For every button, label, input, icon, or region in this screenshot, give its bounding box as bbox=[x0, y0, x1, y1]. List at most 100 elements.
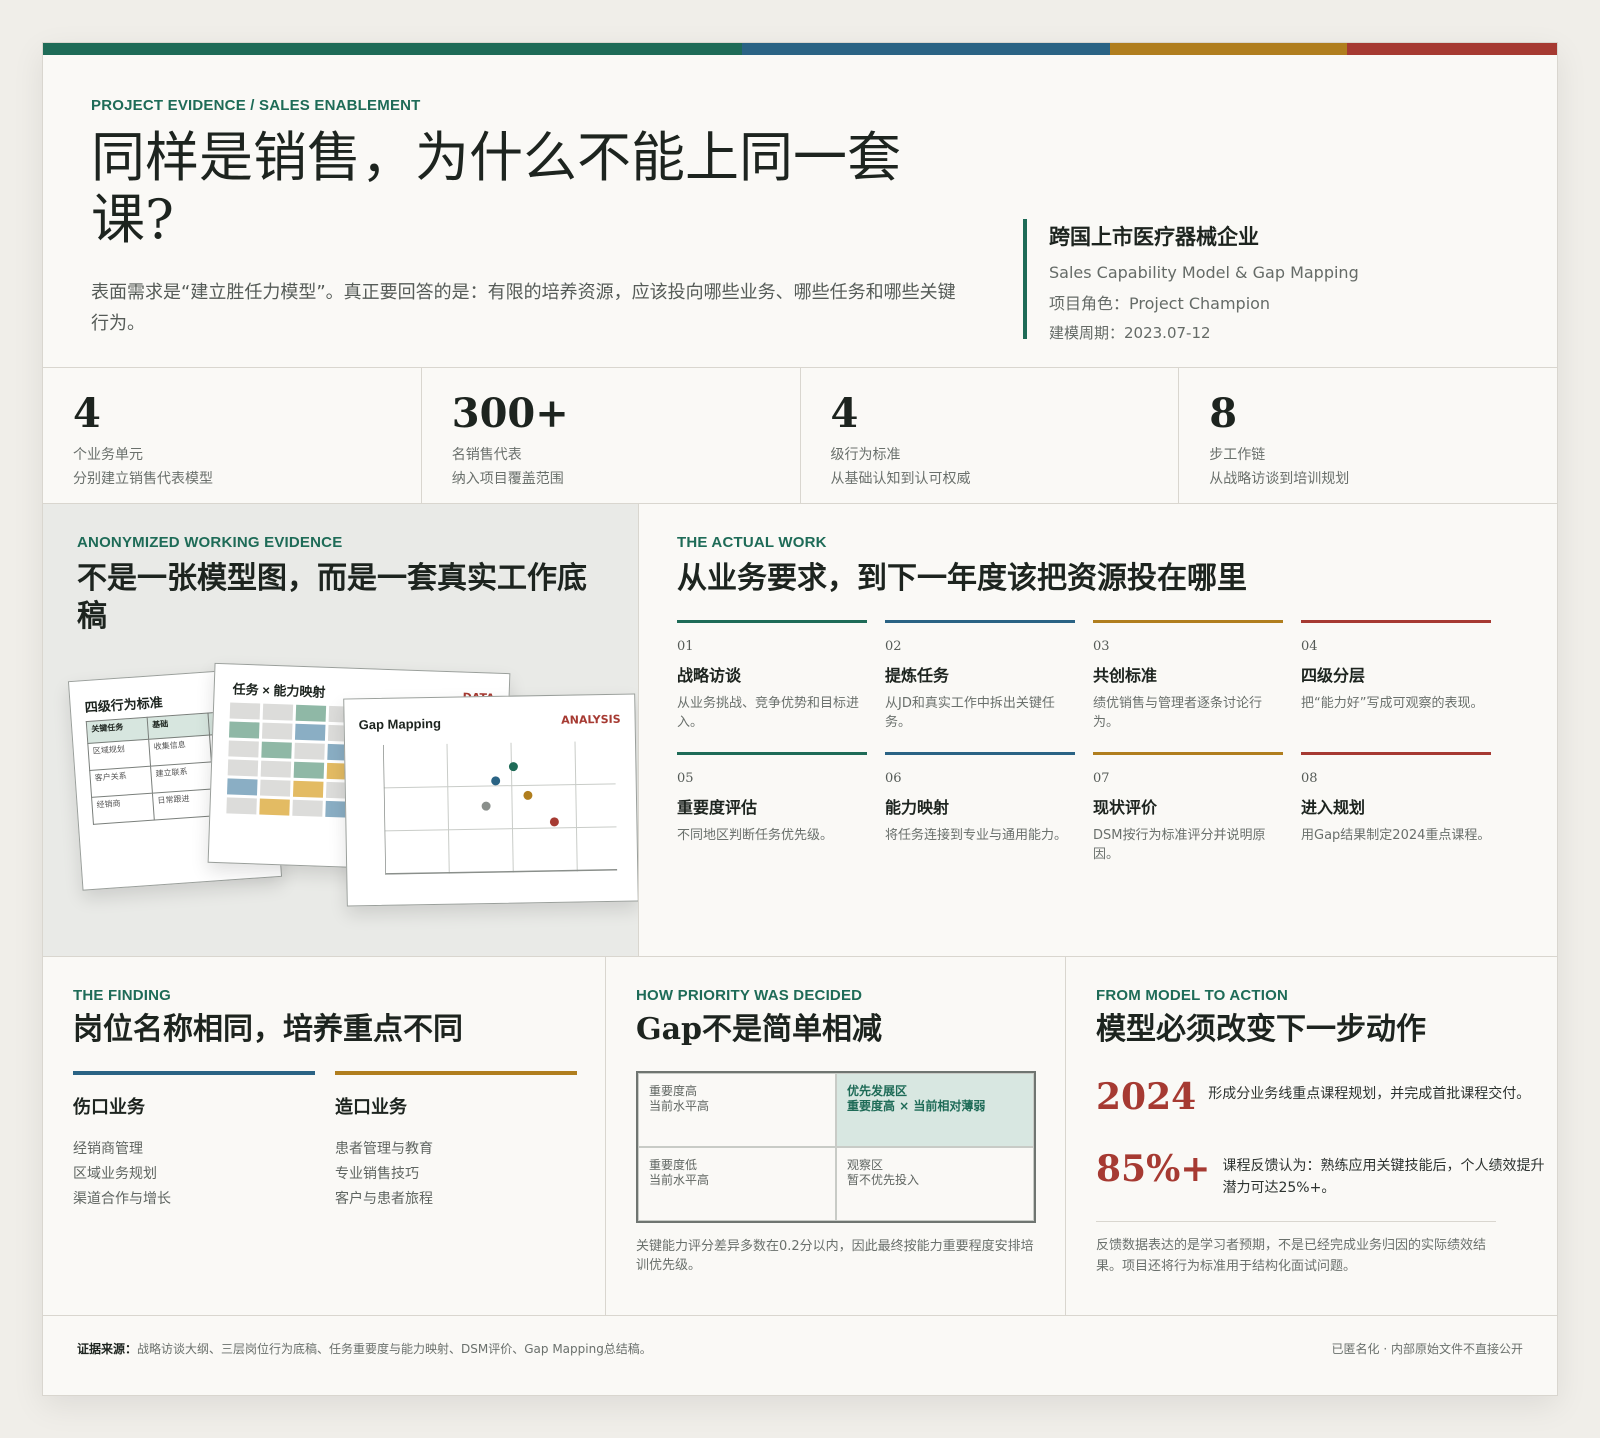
action-title: 模型必须改变下一步动作 bbox=[1096, 1012, 1426, 1047]
doc-title: Gap Mapping bbox=[358, 715, 442, 733]
group-title: 造口业务 bbox=[335, 1097, 407, 1118]
stat-desc: 纳入项目覆盖范围 bbox=[451, 471, 564, 487]
actual-eyebrow: THE ACTUAL WORK bbox=[677, 534, 827, 551]
page-title: 同样是销售，为什么不能上同一套课? bbox=[91, 126, 901, 251]
matrix-cell-highlight: 优先发展区 重要度高 × 当前相对薄弱 bbox=[836, 1073, 1034, 1147]
step-title: 进入规划 bbox=[1301, 798, 1366, 817]
group-item: 经销商管理 bbox=[73, 1141, 143, 1157]
middle-section: ANONYMIZED WORKING EVIDENCE 不是一张模型图，而是一套… bbox=[43, 504, 1557, 957]
step-number: 08 bbox=[1301, 771, 1318, 786]
actual-title: 从业务要求，到下一年度该把资源投在哪里 bbox=[677, 561, 1247, 596]
result-number: 2024 bbox=[1096, 1076, 1197, 1118]
stat-card: 4 级行为标准 从基础认知到认可权威 bbox=[801, 368, 1180, 503]
step-desc: 从业务挑战、竞争优势和目标进入。 bbox=[677, 696, 860, 730]
step-number: 01 bbox=[677, 639, 694, 654]
priority-note: 关键能力评分差异多数在0.2分以内，因此最终按能力重要程度安排培训优先级。 bbox=[636, 1239, 1034, 1273]
group-item: 区域业务规划 bbox=[73, 1166, 157, 1182]
step-number: 07 bbox=[1093, 771, 1110, 786]
stat-desc: 从基础认知到认可权威 bbox=[830, 471, 971, 487]
color-bar bbox=[43, 43, 1557, 55]
work-steps: 01 战略访谈从业务挑战、竞争优势和目标进入。 02 提炼任务从JD和真实工作中拆出关… bbox=[677, 620, 1493, 864]
business-group-ostomy: 造口业务 患者管理与教育 专业销售技巧 客户与患者旅程 bbox=[335, 1071, 577, 1212]
heatmap-cells bbox=[226, 702, 360, 818]
footer-source: 证据来源：战略访谈大纲、三层岗位行为底稿、任务重要度与能力映射、DSM评价、Ga… bbox=[77, 1340, 652, 1357]
stat-card: 8 步工作链 从战略访谈到培训规划 bbox=[1179, 368, 1557, 503]
business-group-wound: 伤口业务 经销商管理 区域业务规划 渠道合作与增长 bbox=[73, 1071, 315, 1212]
matrix-cell: 观察区 暂不优先投入 bbox=[836, 1147, 1034, 1221]
work-step: 01 战略访谈从业务挑战、竞争优势和目标进入。 bbox=[677, 620, 867, 732]
step-title: 共创标准 bbox=[1093, 666, 1158, 685]
doc-title: 四级行为标准 bbox=[84, 694, 164, 716]
business-groups: 伤口业务 经销商管理 区域业务规划 渠道合作与增长 造口业务 患者管理与教育 专… bbox=[73, 1071, 577, 1212]
finding-title: 岗位名称相同，培养重点不同 bbox=[73, 1012, 463, 1047]
client-info: 跨国上市医疗器械企业 Sales Capability Model & Gap … bbox=[1023, 219, 1359, 342]
step-title: 提炼任务 bbox=[885, 666, 950, 685]
step-title: 战略访谈 bbox=[677, 666, 742, 685]
intro-text: 表面需求是“建立胜任力模型”。真正要回答的是：有限的培养资源，应该投向哪些业务、… bbox=[91, 282, 956, 334]
step-desc: 不同地区判断任务优先级。 bbox=[677, 828, 834, 843]
stat-desc: 分别建立销售代表模型 bbox=[73, 471, 213, 487]
step-number: 03 bbox=[1093, 639, 1110, 654]
step-desc: 把“能力好”写成可观察的表现。 bbox=[1301, 696, 1484, 711]
result-text: 课程反馈认为：熟练应用关键技能后，个人绩效提升潜力可达25%+。 bbox=[1222, 1158, 1545, 1196]
work-step: 03 共创标准绩优销售与管理者逐条讨论行为。 bbox=[1093, 620, 1283, 732]
matrix-cell: 重要度低 当前水平高 bbox=[638, 1147, 836, 1221]
priority-eyebrow: HOW PRIORITY WAS DECIDED bbox=[636, 987, 863, 1004]
stat-desc: 从战略访谈到培训规划 bbox=[1209, 471, 1350, 487]
work-step: 04 四级分层 把“能力好”写成可观察的表现。 bbox=[1301, 620, 1491, 732]
step-title: 重要度评估 bbox=[677, 798, 758, 817]
client-name: 跨国上市医疗器械企业 bbox=[1049, 225, 1259, 249]
client-period: 建模周期：2023.07-12 bbox=[1049, 324, 1211, 342]
table-cell: 客户关系 bbox=[89, 766, 153, 798]
action-eyebrow: FROM MODEL TO ACTION bbox=[1096, 987, 1289, 1004]
table-cell: 建立联系 bbox=[150, 761, 214, 794]
footer: 证据来源：战略访谈大纲、三层岗位行为底稿、任务重要度与能力映射、DSM评价、Ga… bbox=[43, 1316, 1557, 1376]
footer-note: 已匿名化 · 内部原始文件不直接公开 bbox=[1331, 1342, 1523, 1356]
result-text: 形成分业务线重点课程规划，并完成首批课程交付。 bbox=[1208, 1086, 1531, 1102]
matrix-cell: 重要度高 当前水平高 bbox=[638, 1073, 836, 1147]
stat-card: 4 个业务单元 分别建立销售代表模型 bbox=[43, 368, 422, 503]
step-desc: 用Gap结果制定2024重点课程。 bbox=[1301, 828, 1491, 843]
work-step: 02 提炼任务从JD和真实工作中拆出关键任务。 bbox=[885, 620, 1075, 732]
stat-card: 300+ 名销售代表 纳入项目覆盖范围 bbox=[422, 368, 801, 503]
step-desc: 从JD和真实工作中拆出关键任务。 bbox=[885, 696, 1055, 730]
finding-panel: THE FINDING 岗位名称相同，培养重点不同 伤口业务 经销商管理 区域业… bbox=[43, 957, 606, 1315]
group-item: 患者管理与教育 bbox=[335, 1141, 433, 1157]
stat-number: 4 bbox=[73, 390, 101, 437]
stat-label: 名销售代表 bbox=[451, 447, 522, 463]
step-desc: DSM按行为标准评分并说明原因。 bbox=[1093, 828, 1266, 862]
actual-work-panel: THE ACTUAL WORK 从业务要求，到下一年度该把资源投在哪里 01 战略… bbox=[639, 504, 1557, 956]
step-number: 06 bbox=[885, 771, 902, 786]
step-number: 05 bbox=[677, 771, 694, 786]
step-number: 02 bbox=[885, 639, 902, 654]
step-desc: 绩优销售与管理者逐条讨论行为。 bbox=[1093, 696, 1263, 730]
step-title: 四级分层 bbox=[1301, 666, 1366, 685]
work-step: 06 能力映射 将任务连接到专业与通用能力。 bbox=[885, 752, 1075, 864]
stat-number: 4 bbox=[830, 390, 859, 437]
group-item: 渠道合作与增长 bbox=[73, 1191, 171, 1207]
evidence-panel: ANONYMIZED WORKING EVIDENCE 不是一张模型图，而是一套… bbox=[43, 504, 639, 956]
stats-row: 4 个业务单元 分别建立销售代表模型 300+ 名销售代表 纳入项目覆盖范围 4… bbox=[43, 368, 1557, 504]
step-title: 能力映射 bbox=[885, 798, 950, 817]
table-cell: 区域规划 bbox=[87, 739, 151, 771]
priority-matrix: 重要度高 当前水平高 优先发展区 重要度高 × 当前相对薄弱 重要度低 当前水平高 观… bbox=[636, 1071, 1036, 1223]
result-number: 85%+ bbox=[1096, 1148, 1211, 1190]
action-panel: FROM MODEL TO ACTION 模型必须改变下一步动作 2024 形成… bbox=[1066, 957, 1557, 1315]
group-title: 伤口业务 bbox=[73, 1097, 145, 1118]
evidence-title: 不是一张模型图，而是一套真实工作底稿 bbox=[77, 561, 587, 634]
table-cell: 日常跟进 bbox=[152, 788, 216, 821]
group-item: 专业销售技巧 bbox=[335, 1166, 419, 1182]
evidence-page: PROJECT EVIDENCE / SALES ENABLEMENT 同样是销… bbox=[42, 42, 1558, 1396]
header-section: PROJECT EVIDENCE / SALES ENABLEMENT 同样是销… bbox=[43, 55, 1557, 368]
gap-scatter-plot bbox=[383, 741, 618, 875]
group-item: 客户与患者旅程 bbox=[335, 1191, 433, 1207]
client-subtitle: Sales Capability Model & Gap Mapping bbox=[1049, 263, 1359, 282]
work-step: 05 重要度评估不同地区判断任务优先级。 bbox=[677, 752, 867, 864]
stat-label: 个业务单元 bbox=[73, 447, 143, 463]
stat-number: 300+ bbox=[451, 390, 569, 437]
doc-title: 任务 × 能力映射 bbox=[232, 681, 326, 700]
result-item: 2024 形成分业务线重点课程规划，并完成首批课程交付。 bbox=[1096, 1077, 1530, 1117]
divider bbox=[1096, 1221, 1496, 1222]
stat-label: 步工作链 bbox=[1209, 447, 1266, 463]
bottom-section: THE FINDING 岗位名称相同，培养重点不同 伤口业务 经销商管理 区域业… bbox=[43, 957, 1557, 1316]
